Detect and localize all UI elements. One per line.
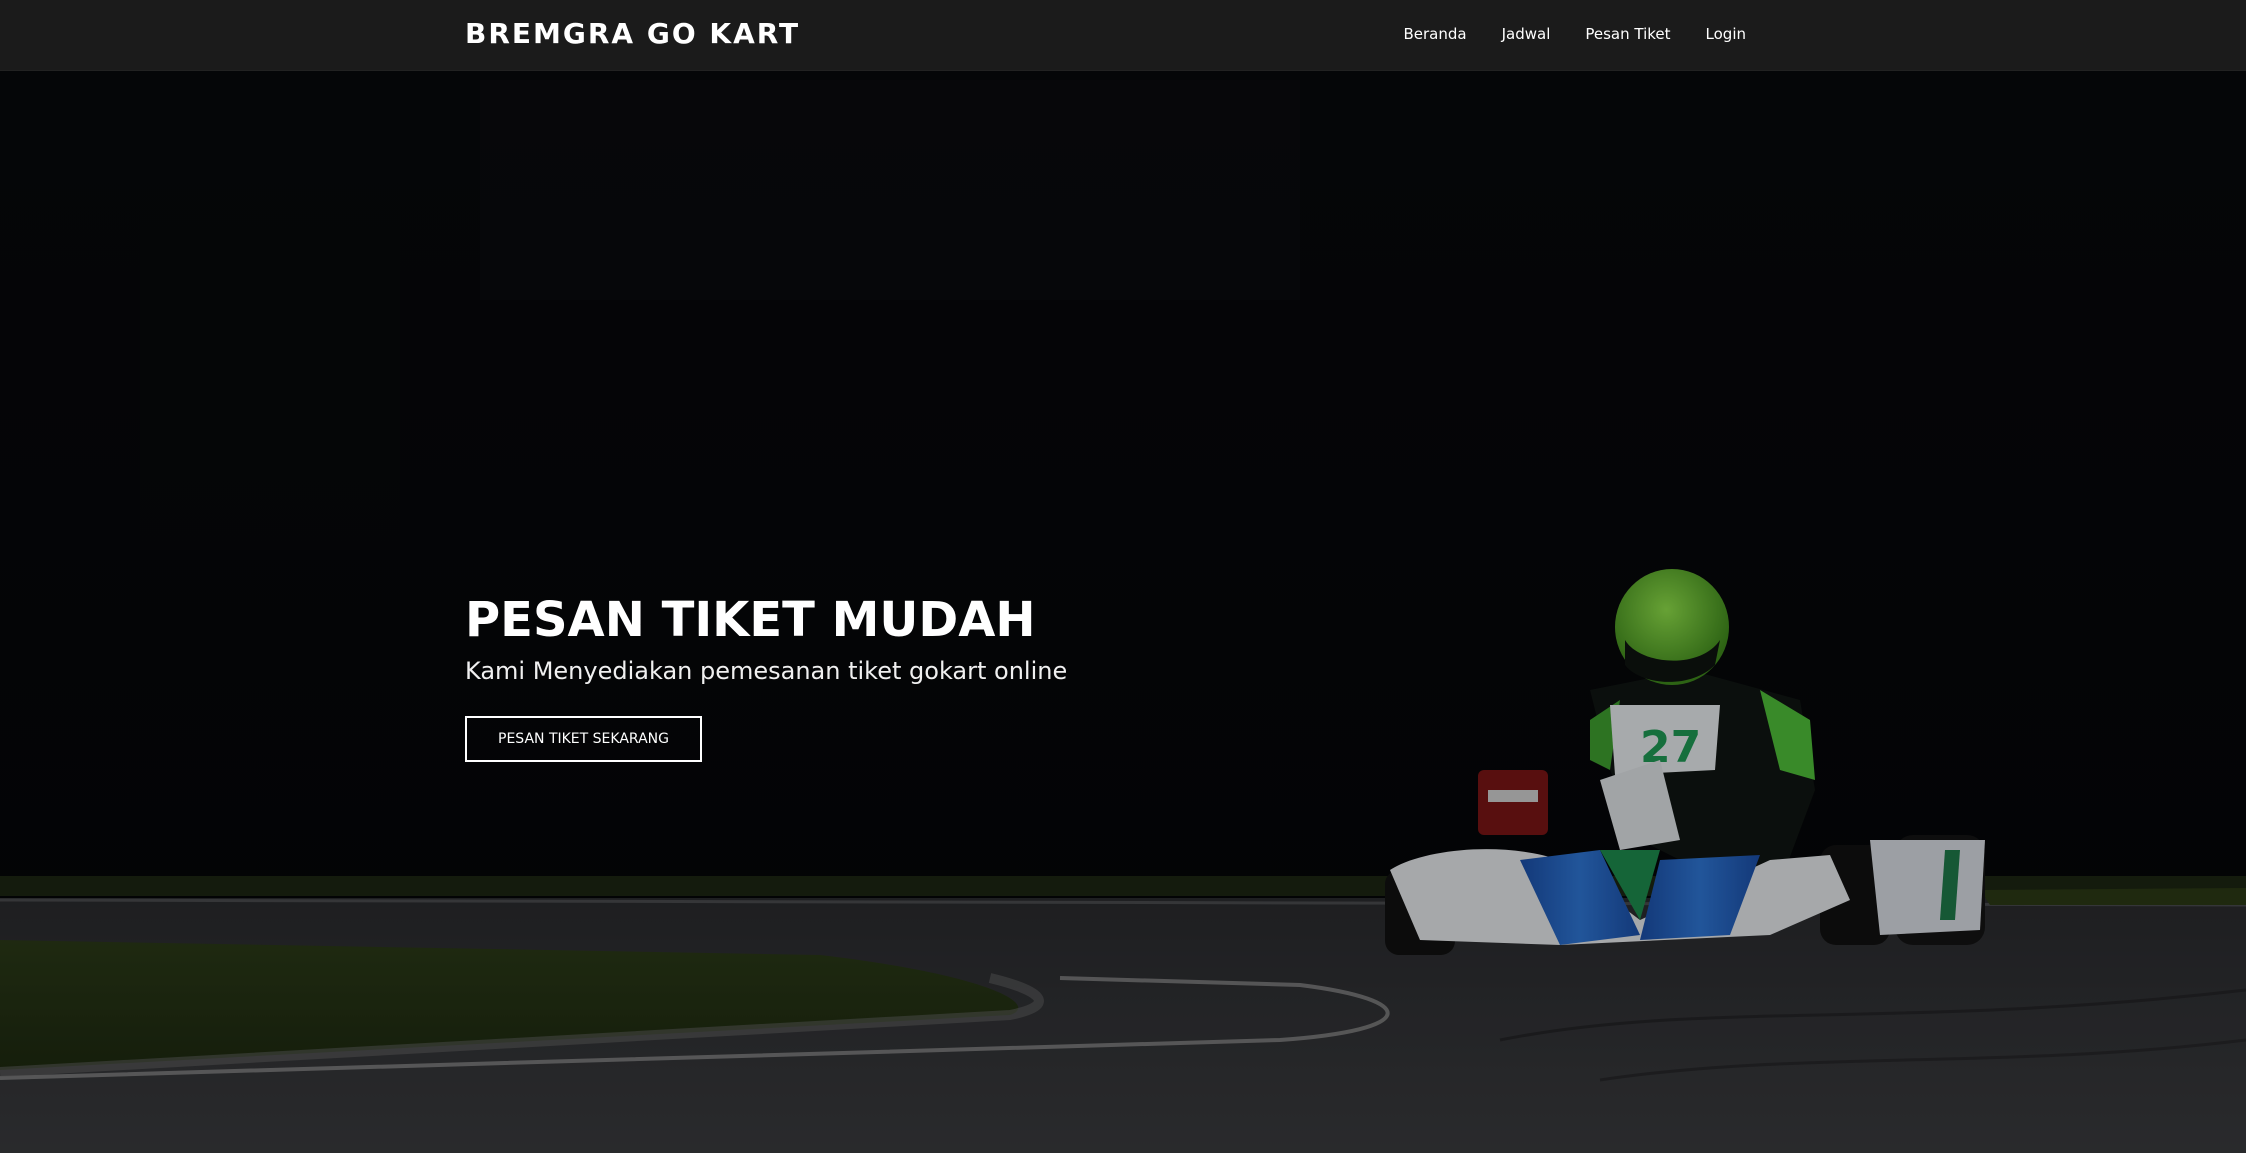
- nav-menu: Beranda Jadwal Pesan Tiket Login: [1404, 25, 1747, 43]
- page: 27 BREMGRA GO KART Beranda Jadwal Pesan …: [0, 0, 2246, 1153]
- nav-link-login[interactable]: Login: [1706, 25, 1746, 43]
- hero-subtitle: Kami Menyediakan pemesanan tiket gokart …: [465, 657, 1068, 685]
- hero-title: PESAN TIKET MUDAH: [465, 592, 1036, 648]
- brand-logo-link[interactable]: BREMGRA GO KART: [465, 17, 800, 50]
- nav-link-jadwal[interactable]: Jadwal: [1502, 25, 1551, 43]
- nav-link-beranda[interactable]: Beranda: [1404, 25, 1467, 43]
- hero-content: PESAN TIKET MUDAH Kami Menyediakan pemes…: [465, 590, 1067, 762]
- book-ticket-now-button[interactable]: PESAN TIKET SEKARANG: [465, 716, 702, 762]
- hero-background-image: 27: [0, 70, 2246, 1153]
- top-navbar: BREMGRA GO KART Beranda Jadwal Pesan Tik…: [0, 0, 2246, 71]
- nav-link-pesan-tiket[interactable]: Pesan Tiket: [1585, 25, 1670, 43]
